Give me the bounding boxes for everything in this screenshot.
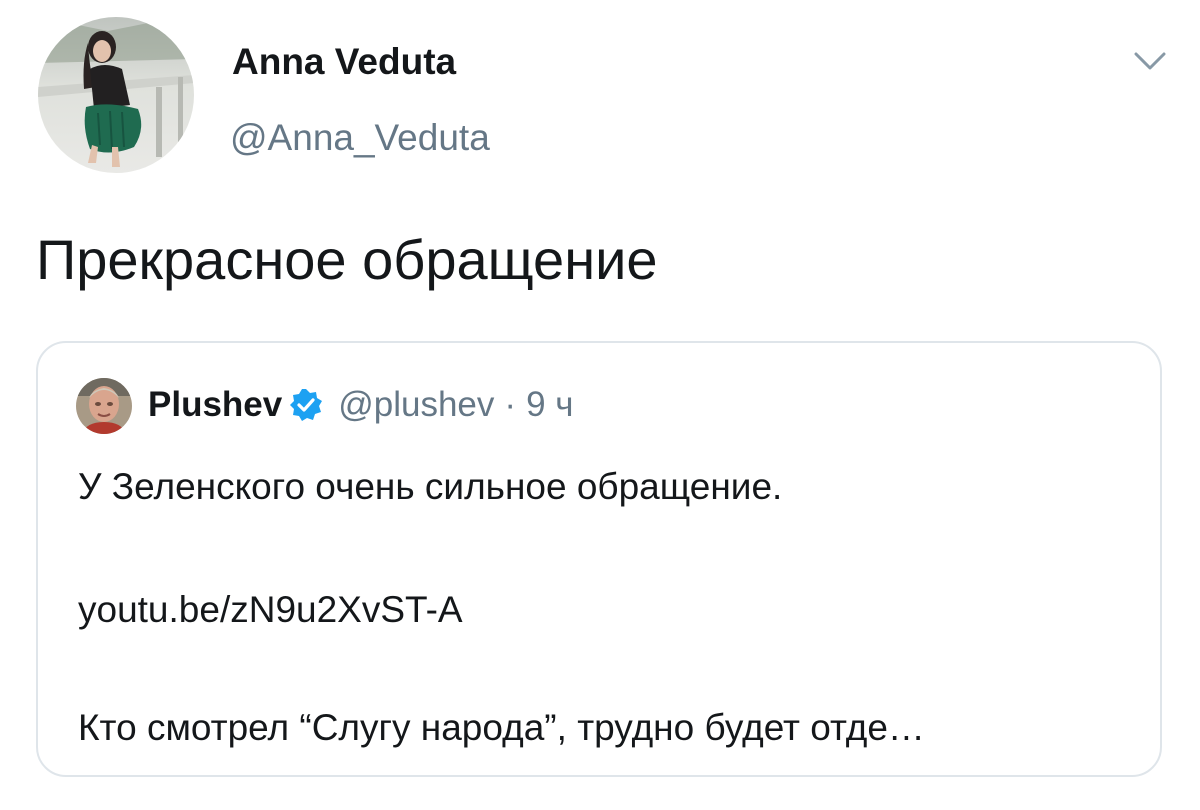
quote-text-line: У Зеленского очень сильное обращение. <box>78 466 783 507</box>
quote-tweet-card[interactable]: Plushev @plushev · 9 ч У Зеленского очен… <box>36 341 1162 777</box>
author-avatar[interactable] <box>38 17 194 173</box>
quote-timestamp[interactable]: 9 ч <box>526 385 573 425</box>
quote-text-line: Кто смотрел “Слугу народа”, трудно будет… <box>78 707 925 748</box>
quote-header: Plushev @plushev · 9 ч <box>148 381 574 429</box>
verified-badge-icon <box>290 389 323 421</box>
chevron-down-icon <box>1134 52 1166 70</box>
quote-author-handle[interactable]: @plushev <box>338 385 494 425</box>
tweet-menu-button[interactable] <box>1130 46 1170 76</box>
avatar-photo-icon <box>76 378 132 434</box>
quote-author-avatar[interactable] <box>76 378 132 434</box>
author-handle[interactable]: @Anna_Veduta <box>230 114 490 162</box>
tweet-text: Прекрасное обращение <box>36 228 658 291</box>
quote-link[interactable]: youtu.be/zN9u2XvST-A <box>78 586 463 634</box>
tweet: Anna Veduta @Anna_Veduta Прекрасное обра… <box>0 0 1200 810</box>
author-name[interactable]: Anna Veduta <box>232 38 456 86</box>
quote-author-name[interactable]: Plushev <box>148 385 282 425</box>
header-separator: · <box>504 385 517 424</box>
avatar-photo-icon <box>38 17 194 173</box>
